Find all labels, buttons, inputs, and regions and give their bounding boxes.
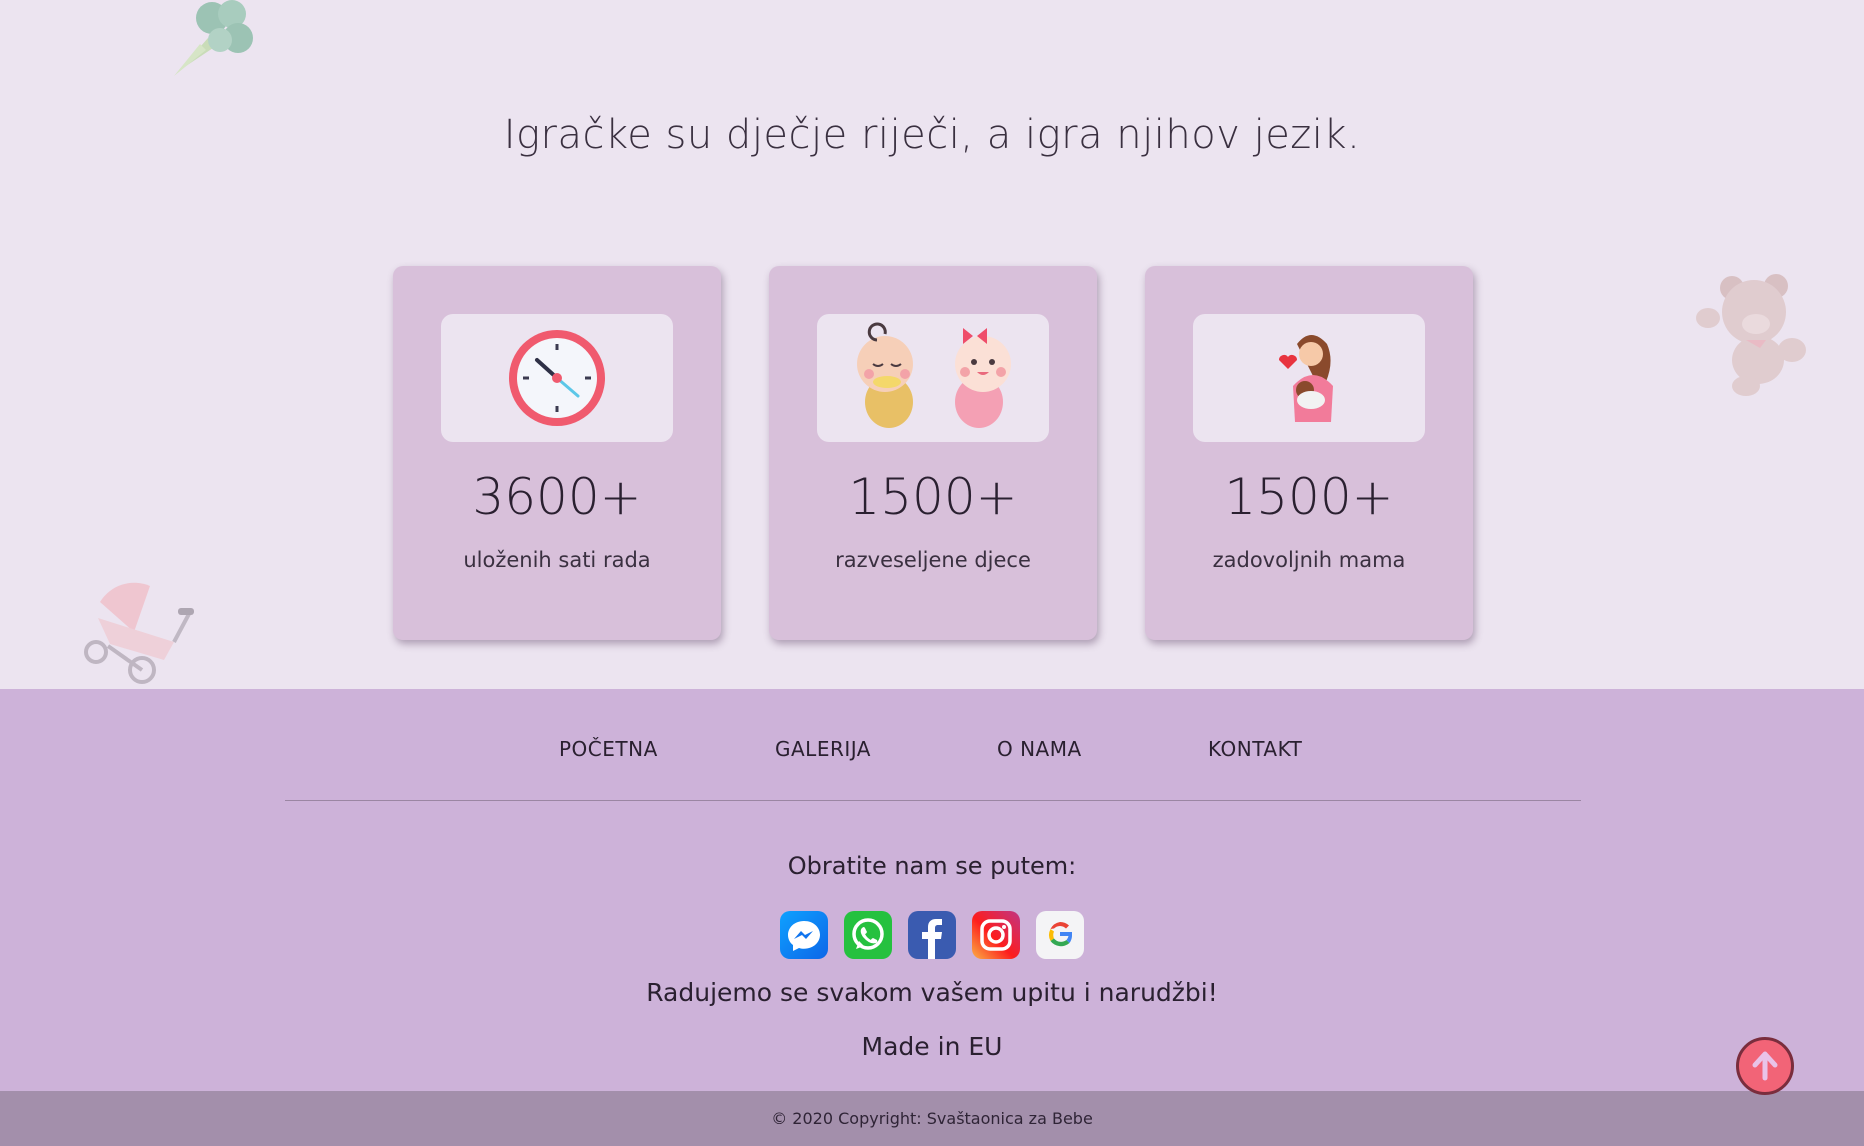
- scroll-to-top-button[interactable]: [1736, 1037, 1794, 1095]
- stat-icon-box: [1193, 314, 1425, 442]
- whatsapp-icon[interactable]: [844, 911, 892, 959]
- facebook-icon[interactable]: [908, 911, 956, 959]
- stat-label: zadovoljnih mama: [1212, 548, 1406, 572]
- copyright-bar: © 2020 Copyright: Svaštaonica za Bebe: [0, 1091, 1864, 1146]
- stat-card-moms: 1500+ zadovoljnih mama: [1145, 266, 1473, 640]
- stat-label: uloženih sati rada: [463, 548, 651, 572]
- welcome-text: Radujemo se svakom vašem upitu i narudžb…: [646, 978, 1218, 1007]
- stat-value: 3600+: [472, 468, 642, 526]
- messenger-icon[interactable]: [780, 911, 828, 959]
- google-icon[interactable]: [1036, 911, 1084, 959]
- tagline: Igračke su dječje riječi, a igra njihov …: [503, 112, 1361, 158]
- nav-link-home[interactable]: POČETNA: [559, 737, 658, 761]
- nav-link-gallery[interactable]: GALERIJA: [775, 737, 871, 761]
- stat-value: 1500+: [1224, 468, 1394, 526]
- stat-icon-box: [817, 314, 1049, 442]
- footer-divider: [285, 800, 1581, 801]
- footer: POČETNA GALERIJA O NAMA KONTAKT Obratite…: [0, 689, 1864, 1091]
- copyright-text: © 2020 Copyright: Svaštaonica za Bebe: [771, 1109, 1093, 1128]
- stat-icon-box: [441, 314, 673, 442]
- mother-baby-icon: [1279, 335, 1333, 422]
- broccoli-icon: [160, 0, 260, 84]
- stat-label: razveseljene djece: [835, 548, 1031, 572]
- stat-card-hours: 3600+ uloženih sati rada: [393, 266, 721, 640]
- instagram-icon[interactable]: [972, 911, 1020, 959]
- stat-card-children: 1500+ razveseljene djece: [769, 266, 1097, 640]
- nav-link-about[interactable]: O NAMA: [997, 737, 1082, 761]
- nav-link-contact[interactable]: KONTAKT: [1208, 737, 1302, 761]
- social-links: [780, 911, 1085, 961]
- stat-value: 1500+: [848, 468, 1018, 526]
- babies-icon: [857, 322, 1011, 428]
- arrow-up-icon: [1752, 1051, 1778, 1081]
- stroller-icon: [78, 572, 198, 692]
- contact-title: Obratite nam se putem:: [787, 852, 1077, 880]
- clock-icon: [509, 330, 605, 426]
- teddy-bear-icon: [1680, 268, 1810, 402]
- made-in-text: Made in EU: [861, 1032, 1003, 1061]
